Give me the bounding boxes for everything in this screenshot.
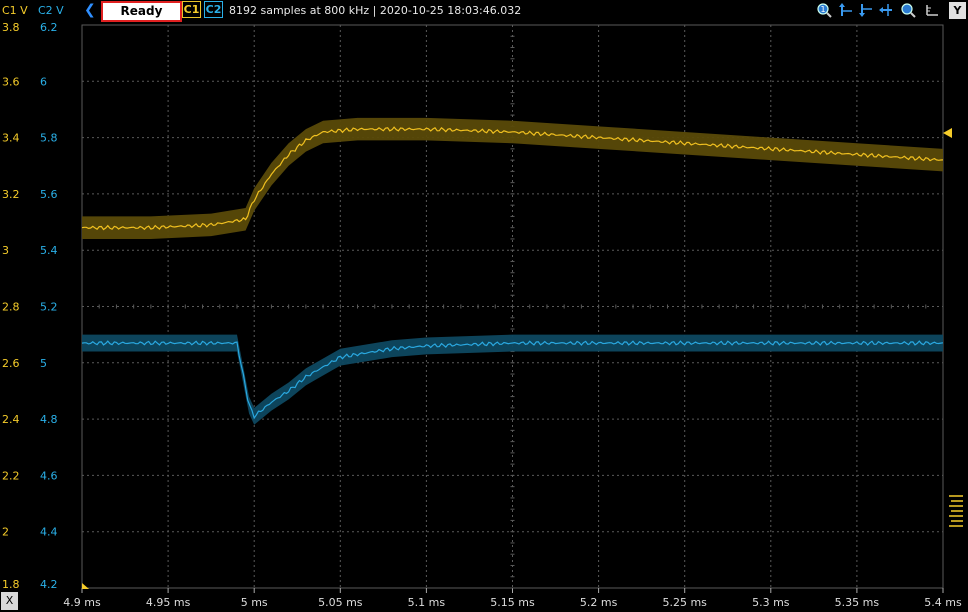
c2-tick-label: 5.4 bbox=[40, 244, 58, 257]
c1-tick-label: 1.8 bbox=[2, 578, 20, 591]
x-tick-label: 5.2 ms bbox=[580, 596, 618, 609]
c2-tick-label: 5.6 bbox=[40, 188, 58, 201]
x-tick-label: 5.15 ms bbox=[490, 596, 535, 609]
c2-tick-label: 6.2 bbox=[40, 21, 58, 34]
x-axis-button[interactable]: X bbox=[1, 592, 18, 610]
c2-tick-label: 4.6 bbox=[40, 469, 58, 482]
c2-tick-label: 4.2 bbox=[40, 578, 58, 591]
c1-tick-label: 2.8 bbox=[2, 301, 20, 314]
x-tick-label: 5.3 ms bbox=[752, 596, 790, 609]
c1-trigger-level-marker bbox=[943, 128, 952, 138]
c1-tick-label: 3.8 bbox=[2, 21, 20, 34]
c2-tick-label: 5 bbox=[40, 357, 47, 370]
c2-tick-label: 6 bbox=[40, 75, 47, 88]
x-tick-label: 5.05 ms bbox=[318, 596, 363, 609]
x-tick-label: 5.1 ms bbox=[408, 596, 446, 609]
c1-tick-label: 3 bbox=[2, 244, 9, 257]
x-tick-label: 4.95 ms bbox=[146, 596, 191, 609]
c2-tick-label: 5.2 bbox=[40, 301, 58, 314]
c1-tick-label: 2.2 bbox=[2, 469, 20, 482]
c1-tick-label: 3.2 bbox=[2, 188, 20, 201]
x-tick-label: 5 ms bbox=[241, 596, 268, 609]
c1-tick-label: 2 bbox=[2, 526, 9, 539]
c1-tick-label: 3.4 bbox=[2, 132, 20, 145]
c1-tick-label: 2.4 bbox=[2, 413, 20, 426]
c1-tick-label: 2.6 bbox=[2, 357, 20, 370]
c2-tick-label: 4.4 bbox=[40, 526, 58, 539]
x-tick-label: 5.35 ms bbox=[835, 596, 880, 609]
x-tick-label: 5.25 ms bbox=[662, 596, 707, 609]
scope-plot[interactable]: 4.9 ms 4.95 ms 5 ms 5.05 ms 5.1 ms 5.15 ms 5.2… bbox=[0, 0, 968, 612]
x-tick-label: 4.9 ms bbox=[63, 596, 101, 609]
c2-tick-label: 5.8 bbox=[40, 132, 58, 145]
c1-tick-label: 3.6 bbox=[2, 75, 20, 88]
c2-tick-label: 4.8 bbox=[40, 413, 58, 426]
x-tick-label: 5.4 ms bbox=[924, 596, 962, 609]
